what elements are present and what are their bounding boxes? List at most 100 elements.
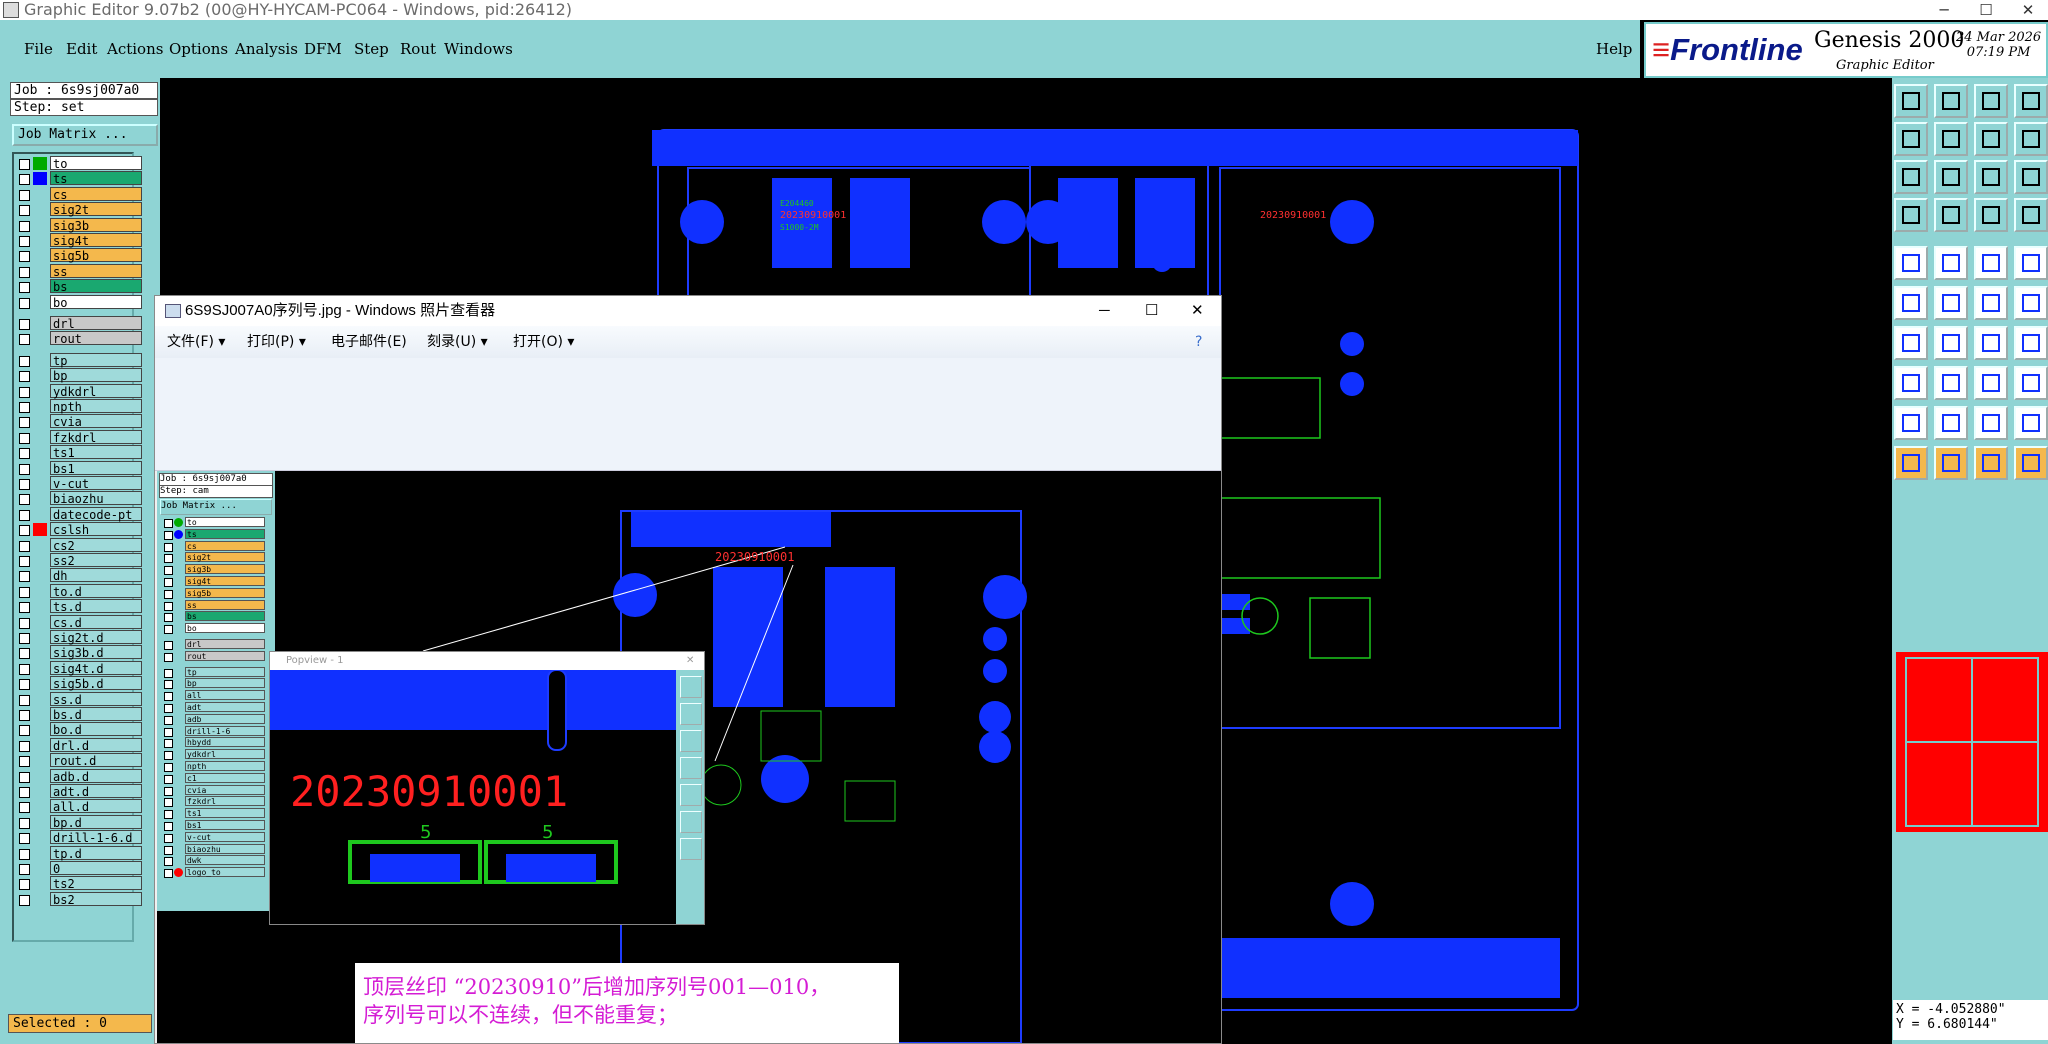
pointer-3-icon[interactable] bbox=[1974, 446, 2008, 480]
layer-checkbox[interactable] bbox=[19, 771, 30, 783]
layer-checkbox[interactable] bbox=[19, 648, 30, 660]
menu-options[interactable]: Options bbox=[169, 40, 228, 58]
layer-name[interactable]: rout bbox=[50, 331, 142, 346]
layer-name[interactable]: ss2 bbox=[50, 553, 142, 568]
connect-icon[interactable] bbox=[1894, 286, 1928, 320]
layer-name[interactable]: biaozhu bbox=[50, 491, 142, 506]
pointer-2-icon[interactable] bbox=[1934, 446, 1968, 480]
layer-checkbox[interactable] bbox=[19, 879, 30, 891]
layer-name[interactable]: bp bbox=[50, 368, 142, 383]
layer-checkbox[interactable] bbox=[19, 282, 30, 294]
layer-name[interactable]: cvia bbox=[50, 414, 142, 429]
viewer-menu-email[interactable]: 电子邮件(E) bbox=[331, 326, 407, 358]
layer-checkbox[interactable] bbox=[19, 586, 30, 598]
menu-windows[interactable]: Windows bbox=[444, 40, 513, 58]
node-2-icon[interactable] bbox=[2014, 286, 2048, 320]
scale-icon[interactable] bbox=[2014, 122, 2048, 156]
layer-row[interactable]: cvia bbox=[14, 414, 142, 429]
layer-name[interactable]: sig3b bbox=[50, 217, 142, 233]
viewer-close-button[interactable]: ✕ bbox=[1191, 296, 1204, 326]
layer-stack-icon[interactable] bbox=[1974, 198, 2008, 232]
layer-name[interactable]: ydkdrl bbox=[50, 383, 142, 399]
layer-name[interactable]: bs1 bbox=[50, 460, 142, 476]
layer-checkbox[interactable] bbox=[19, 448, 30, 460]
overview-window[interactable] bbox=[1896, 652, 2048, 832]
layer-name[interactable]: sig5b bbox=[50, 248, 142, 263]
layer-checkbox[interactable] bbox=[19, 371, 30, 383]
layer-checkbox[interactable] bbox=[19, 802, 30, 814]
layer-name[interactable]: sig4t bbox=[50, 233, 142, 248]
pointer-icon[interactable] bbox=[1894, 446, 1928, 480]
layer-row[interactable]: ss.d bbox=[14, 691, 142, 707]
layer-row[interactable]: sig5b bbox=[14, 248, 142, 263]
layer-name[interactable]: ts1 bbox=[50, 445, 142, 460]
zoom-icon[interactable] bbox=[1934, 160, 1968, 194]
layer-row[interactable]: cs2 bbox=[14, 537, 142, 553]
layer-row[interactable]: bs.d bbox=[14, 707, 142, 722]
window-icon[interactable] bbox=[2014, 84, 2048, 118]
layer-name[interactable]: cs bbox=[50, 186, 142, 202]
layer-checkbox[interactable] bbox=[19, 817, 30, 829]
layer-checkbox[interactable] bbox=[19, 617, 30, 629]
layer-checkbox[interactable] bbox=[19, 205, 30, 217]
layer-name[interactable]: ss bbox=[50, 263, 142, 279]
menu-help[interactable]: Help bbox=[1596, 40, 1632, 58]
layer-checkbox[interactable] bbox=[19, 833, 30, 845]
layer-row[interactable]: v-cut bbox=[14, 476, 142, 491]
layer-checkbox[interactable] bbox=[19, 432, 30, 444]
layer-checkbox[interactable] bbox=[19, 663, 30, 675]
layer-row[interactable]: bp bbox=[14, 368, 142, 383]
layer-name[interactable]: drill-1-6.d bbox=[50, 830, 142, 845]
layer-checkbox[interactable] bbox=[19, 571, 30, 583]
layer-row[interactable]: rout.d bbox=[14, 753, 142, 768]
zoom-fit-icon[interactable] bbox=[1894, 160, 1928, 194]
layer-name[interactable]: ts.d bbox=[50, 599, 142, 614]
viewer-maximize-button[interactable]: ☐ bbox=[1145, 296, 1158, 326]
layer-row[interactable]: ydkdrl bbox=[14, 383, 142, 399]
node-icon[interactable] bbox=[1974, 286, 2008, 320]
box-icon[interactable] bbox=[1974, 366, 2008, 400]
layer-checkbox[interactable] bbox=[19, 463, 30, 475]
layer-row[interactable]: dh bbox=[14, 568, 142, 583]
home-icon[interactable] bbox=[1974, 84, 2008, 118]
layer-row[interactable]: adb.d bbox=[14, 768, 142, 784]
layer-row[interactable]: datecode-pt bbox=[14, 506, 142, 522]
layer-checkbox[interactable] bbox=[19, 236, 30, 247]
layer-stack-2-icon[interactable] bbox=[2014, 198, 2048, 232]
viewer-menu-open[interactable]: 打开(O) ▾ bbox=[513, 326, 574, 358]
layer-name[interactable]: adb.d bbox=[50, 768, 142, 784]
layer-row[interactable]: ts bbox=[14, 171, 142, 186]
layer-name[interactable]: tp.d bbox=[50, 845, 142, 861]
layer-checkbox[interactable] bbox=[19, 633, 30, 644]
layer-row[interactable]: sig3b bbox=[14, 217, 142, 233]
viewer-menu-burn[interactable]: 刻录(U) ▾ bbox=[427, 326, 488, 358]
layer-row[interactable]: ss bbox=[14, 263, 142, 279]
layer-checkbox[interactable] bbox=[19, 740, 30, 752]
pad-icon[interactable] bbox=[1894, 246, 1928, 280]
open-icon[interactable] bbox=[1894, 84, 1928, 118]
layer-checkbox[interactable] bbox=[19, 319, 30, 330]
layer-row[interactable]: drl bbox=[14, 316, 142, 331]
layer-name[interactable]: bo bbox=[50, 294, 142, 310]
layer-name[interactable]: sig2t bbox=[50, 202, 142, 217]
select-area-icon[interactable] bbox=[1894, 366, 1928, 400]
close-button[interactable]: ✕ bbox=[2008, 0, 2048, 20]
feature-icon[interactable] bbox=[2014, 326, 2048, 360]
layer-name[interactable]: v-cut bbox=[50, 476, 142, 491]
layer-checkbox[interactable] bbox=[19, 894, 30, 906]
layer-name[interactable]: bs2 bbox=[50, 891, 142, 907]
layer-row[interactable]: 0 bbox=[14, 861, 142, 876]
viewer-menu-file[interactable]: 文件(F) ▾ bbox=[167, 326, 225, 358]
layer-row[interactable]: bs1 bbox=[14, 460, 142, 476]
layer-row[interactable]: cs.d bbox=[14, 614, 142, 630]
triangle-icon[interactable] bbox=[1894, 406, 1928, 440]
layer-row[interactable]: tp.d bbox=[14, 845, 142, 861]
arc-icon[interactable] bbox=[1974, 326, 2008, 360]
layer-checkbox[interactable] bbox=[19, 756, 30, 768]
layer-row[interactable]: bp.d bbox=[14, 814, 142, 830]
layer-name[interactable]: rout.d bbox=[50, 753, 142, 768]
dot-icon[interactable] bbox=[2014, 246, 2048, 280]
layer-row[interactable]: fzkdrl bbox=[14, 429, 142, 445]
layer-checkbox[interactable] bbox=[19, 540, 30, 552]
layer-name[interactable]: npth bbox=[50, 399, 142, 414]
